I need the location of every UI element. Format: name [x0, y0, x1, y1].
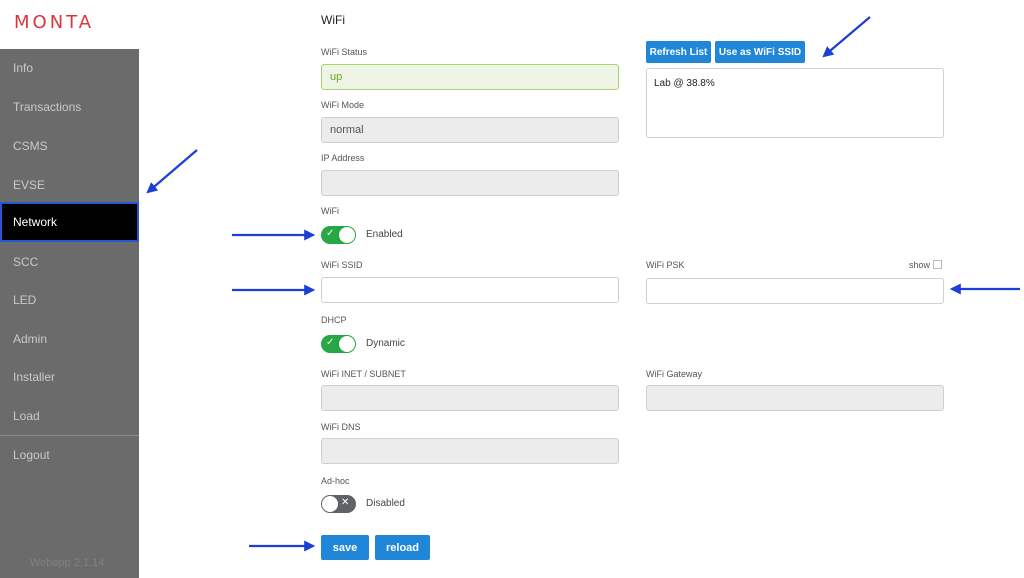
arrow-to-network — [146, 149, 198, 194]
arrow-to-use-ssid — [822, 16, 871, 58]
annotation-arrows — [146, 16, 1020, 552]
